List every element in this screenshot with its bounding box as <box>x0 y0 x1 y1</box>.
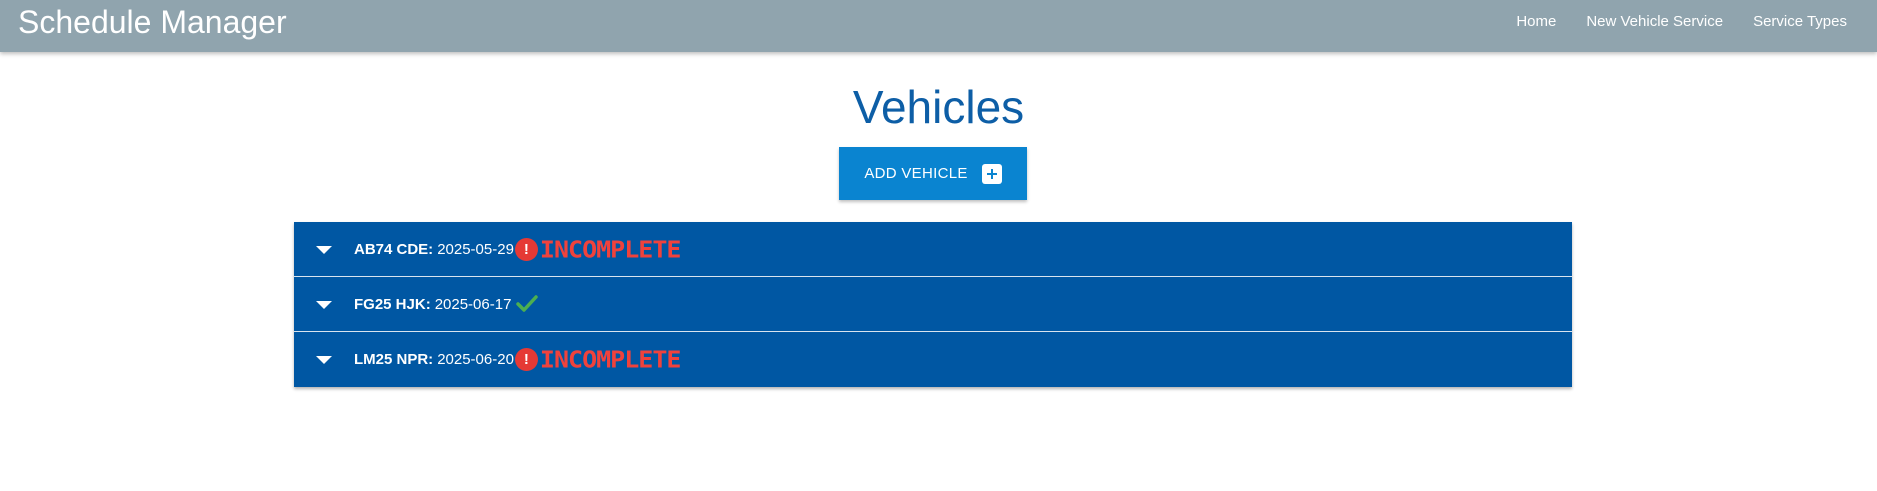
caret-down-icon[interactable] <box>316 301 332 309</box>
vehicle-row-content: LM25 NPR: 2025-06-20 ! INCOMPLETE <box>354 332 682 387</box>
vehicle-row[interactable]: LM25 NPR: 2025-06-20 ! INCOMPLETE <box>294 332 1572 387</box>
vehicle-date: 2025-06-17 <box>434 295 512 313</box>
add-vehicle-button[interactable]: ADD VEHICLE <box>839 147 1027 200</box>
nav-links: Home New Vehicle Service Service Types <box>1486 0 1847 42</box>
vehicle-registration: AB74 CDE: <box>354 240 434 258</box>
app-brand[interactable]: Schedule Manager <box>18 0 287 44</box>
page-title: Vehicles <box>852 81 1025 133</box>
exclamation-icon: ! <box>514 348 538 371</box>
vehicle-row-content: FG25 HJK: 2025-06-17 <box>354 277 539 331</box>
add-vehicle-label: ADD VEHICLE <box>864 165 968 182</box>
vehicle-row[interactable]: AB74 CDE: 2025-05-29 ! INCOMPLETE <box>294 222 1572 277</box>
vehicle-registration: LM25 NPR: <box>354 351 434 368</box>
vehicle-registration: FG25 HJK: <box>354 295 431 313</box>
nav-link-new-vehicle-service[interactable]: New Vehicle Service <box>1586 13 1723 30</box>
vehicle-list: AB74 CDE: 2025-05-29 ! INCOMPLETE FG25 H… <box>294 222 1572 387</box>
check-icon <box>516 295 539 312</box>
caret-down-icon[interactable] <box>316 356 332 364</box>
top-navbar: Schedule Manager Home New Vehicle Servic… <box>0 0 1877 52</box>
status-incomplete-label: INCOMPLETE <box>539 235 682 263</box>
vehicle-row-content: AB74 CDE: 2025-05-29 ! INCOMPLETE <box>354 222 682 276</box>
nav-link-service-types[interactable]: Service Types <box>1753 13 1847 30</box>
exclamation-icon: ! <box>514 237 538 261</box>
plus-icon <box>981 163 1002 184</box>
status-incomplete-label: INCOMPLETE <box>539 346 682 373</box>
vehicle-row[interactable]: FG25 HJK: 2025-06-17 <box>294 277 1572 332</box>
vehicle-date: 2025-06-20 <box>437 351 514 368</box>
vehicle-date: 2025-05-29 <box>437 240 514 258</box>
nav-link-home[interactable]: Home <box>1516 13 1556 30</box>
caret-down-icon[interactable] <box>316 246 332 254</box>
